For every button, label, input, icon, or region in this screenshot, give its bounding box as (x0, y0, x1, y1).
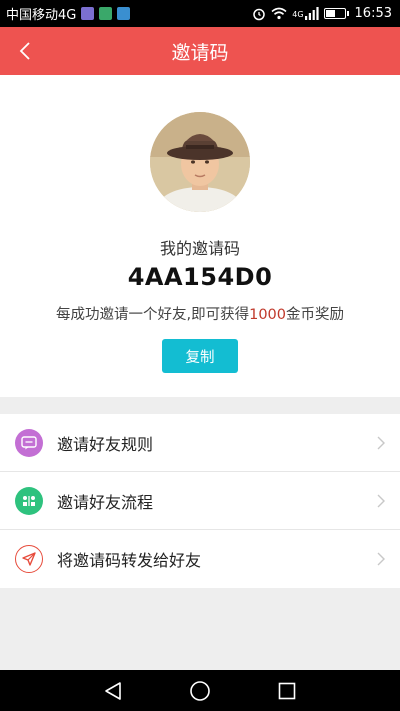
reward-prefix: 每成功邀请一个好友,即可获得 (55, 307, 250, 323)
nav-recents-button[interactable] (274, 678, 300, 704)
clock: 16:53 (354, 6, 392, 21)
chevron-right-icon (377, 494, 385, 508)
avatar (150, 112, 250, 212)
app-notification-icon (117, 7, 131, 20)
network-label: 4G (292, 10, 304, 19)
reward-description: 每成功邀请一个好友,即可获得1000金币奖励 (0, 303, 400, 324)
wifi-icon (271, 7, 287, 20)
carrier-label: 中国移动4G (6, 8, 77, 23)
menu-item-invite-rules[interactable]: 邀请好友规则 (0, 414, 400, 472)
invite-code: 4AA154D0 (127, 263, 273, 291)
menu-item-share-code[interactable]: 将邀请码转发给好友 (0, 530, 400, 588)
menu-item-label: 将邀请码转发给好友 (57, 551, 202, 570)
app-notification-icon (81, 7, 95, 20)
nav-home-button[interactable] (187, 678, 213, 704)
circle-home-icon (190, 680, 210, 701)
invite-menu-list: 邀请好友规则 邀请好友流程 将邀请码转发给好友 (0, 414, 400, 588)
menu-item-invite-process[interactable]: 邀请好友流程 (0, 472, 400, 530)
page-title: 邀请码 (171, 41, 229, 64)
triangle-back-icon (105, 681, 122, 700)
paper-plane-icon (15, 545, 43, 573)
signal-icon (304, 7, 319, 20)
invite-card: 我的邀请码 4AA154D0 每成功邀请一个好友,即可获得1000金币奖励 复制 (0, 75, 400, 397)
copy-button[interactable]: 复制 (162, 339, 238, 373)
app-notification-icon (99, 7, 113, 20)
my-invite-code-label: 我的邀请码 (159, 239, 240, 258)
reward-suffix: 金币奖励 (286, 307, 344, 323)
menu-item-label: 邀请好友规则 (57, 434, 154, 454)
back-button[interactable] (10, 33, 40, 69)
battery-icon (323, 8, 349, 19)
reward-amount: 1000 (249, 307, 286, 323)
status-bar: 中国移动4G 4G 16:53 (0, 0, 400, 27)
square-recents-icon (278, 682, 295, 699)
menu-item-label: 邀请好友流程 (57, 492, 154, 512)
alarm-icon (253, 8, 265, 20)
chevron-left-icon (19, 42, 30, 60)
flow-icon (15, 486, 43, 515)
chevron-right-icon (377, 436, 385, 450)
chat-bubble-icon (15, 428, 43, 457)
header-bar: 邀请码 (0, 27, 400, 75)
system-nav-bar (0, 670, 400, 711)
chevron-right-icon (377, 552, 385, 566)
nav-back-button[interactable] (100, 678, 126, 704)
